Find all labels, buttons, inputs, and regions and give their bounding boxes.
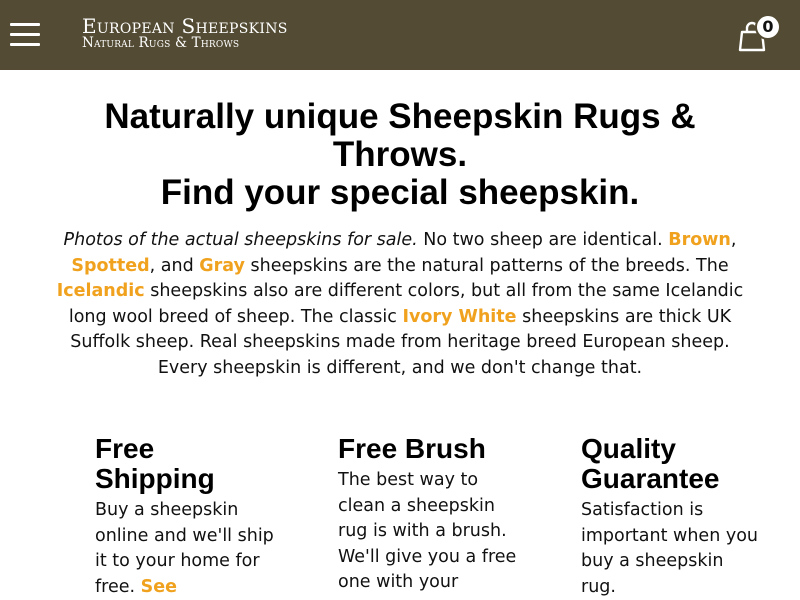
feature-title: Quality Guarantee: [581, 433, 720, 494]
feature-body: Buy a sheepskin online and we'll ship it…: [95, 500, 274, 597]
intro-text: , and: [149, 255, 200, 276]
feature-text: The best way to clean a sheepskin rug is…: [338, 470, 517, 593]
spotted-link[interactable]: Spotted: [71, 256, 149, 276]
see-shipping-link[interactable]: See: [141, 577, 177, 597]
feature-free-brush: Free Brush The best way to clean a sheep…: [338, 434, 518, 596]
hero-section: Naturally unique Sheepskin Rugs & Throws…: [40, 98, 760, 212]
page-title: Naturally unique Sheepskin Rugs & Throws…: [40, 98, 760, 212]
site-header: European Sheepskins Natural Rugs & Throw…: [0, 0, 800, 70]
intro-paragraph: Photos of the actual sheepskins for sale…: [45, 228, 755, 382]
intro-text: No two sheep are identical.: [417, 230, 669, 250]
feature-title: Free Brush: [338, 433, 486, 464]
intro-text: sheepskins are the natural patterns of t…: [244, 255, 729, 276]
ivory-white-link[interactable]: Ivory White: [402, 307, 516, 327]
intro-lead: Photos of the actual sheepskins for sale…: [63, 230, 418, 250]
intro-text: ,: [730, 230, 737, 250]
feature-text: Satisfaction is important when you buy a…: [581, 500, 758, 597]
feature-free-shipping: Free Shipping Buy a sheepskin online and…: [95, 434, 275, 600]
cart-count-badge: 0: [755, 14, 781, 40]
site-logo[interactable]: European Sheepskins Natural Rugs & Throw…: [82, 16, 288, 51]
page-title-line2: Find your special sheepskin.: [160, 173, 640, 212]
logo-title: European Sheepskins: [82, 14, 288, 38]
logo-subtitle: Natural Rugs & Throws: [82, 35, 240, 51]
gray-link[interactable]: Gray: [199, 256, 245, 276]
feature-text: Buy a sheepskin online and we'll ship it…: [95, 498, 275, 600]
cart-button[interactable]: 0: [738, 14, 784, 54]
page-title-line1: Naturally unique Sheepskin Rugs & Throws…: [104, 97, 696, 174]
brown-link[interactable]: Brown: [668, 230, 731, 250]
icelandic-link[interactable]: Icelandic: [57, 281, 145, 301]
feature-title: Free Shipping: [95, 433, 215, 494]
feature-quality-guarantee: Quality Guarantee Satisfaction is import…: [581, 434, 761, 600]
hamburger-menu-icon[interactable]: [10, 22, 40, 46]
